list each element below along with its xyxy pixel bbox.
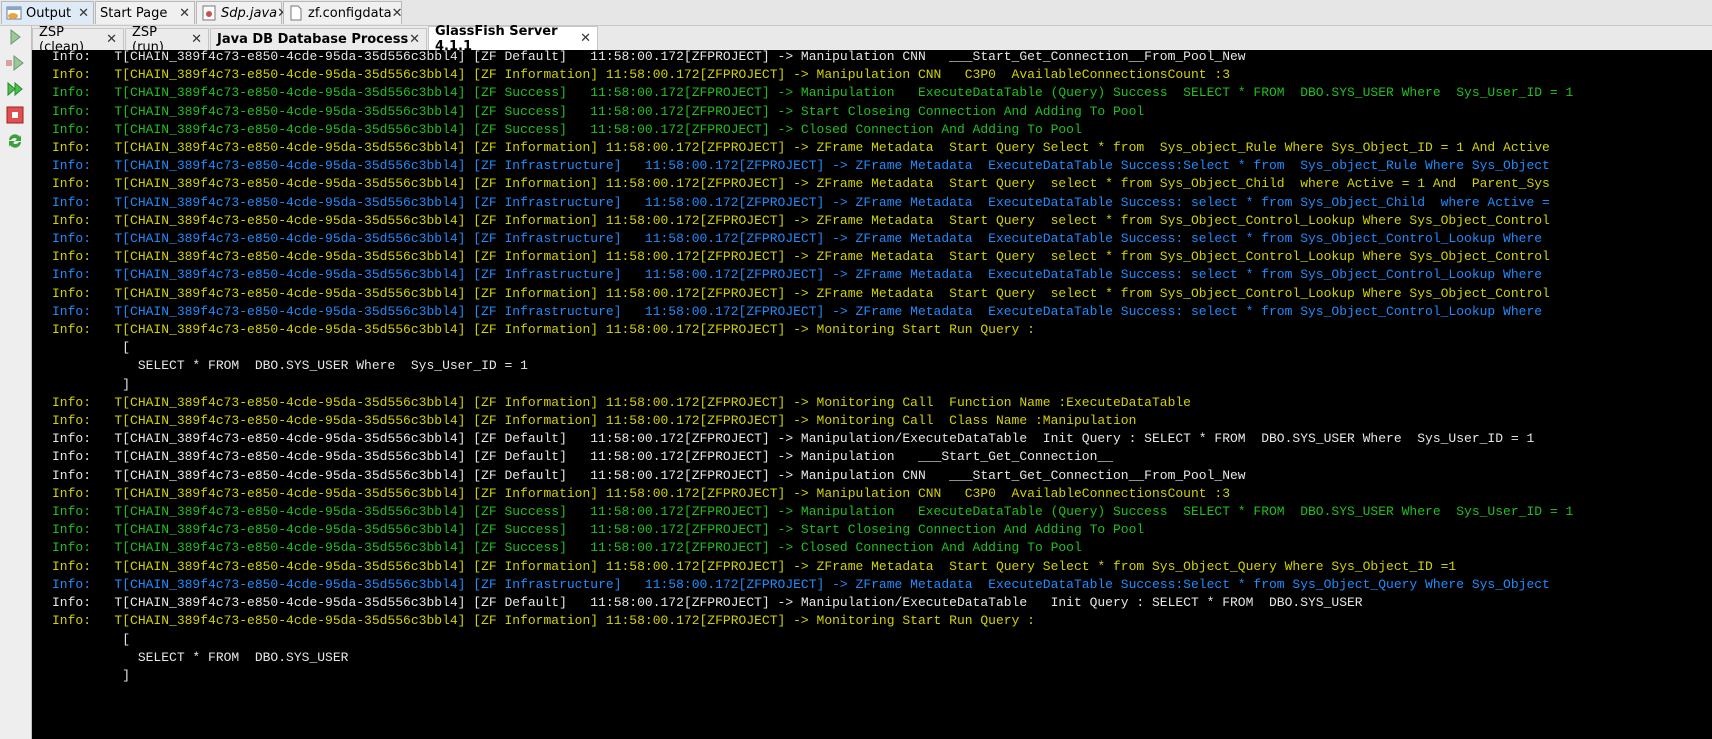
java-file-icon: [201, 5, 217, 21]
log-line: Info: T[CHAIN_389f4c73-e850-4cde-95da-35…: [52, 140, 1550, 156]
log-line: ]: [52, 376, 131, 392]
tab-zsp-run[interactable]: ZSP (run) ✕: [125, 25, 209, 55]
tab-zf-configdata[interactable]: zf.configdata ✕: [283, 1, 403, 24]
log-line: Info: T[CHAIN_389f4c73-e850-4cde-95da-35…: [52, 558, 1457, 574]
close-icon[interactable]: ✕: [78, 6, 89, 21]
tab-label: Java DB Database Process: [217, 32, 409, 47]
log-line: [: [52, 631, 131, 647]
log-line: SELECT * FROM DBO.SYS_USER: [52, 649, 349, 665]
tab-label: Start Page: [100, 5, 168, 21]
log-line: Info: T[CHAIN_389f4c73-e850-4cde-95da-35…: [52, 613, 1035, 629]
close-icon[interactable]: ✕: [106, 32, 117, 47]
rerun-with-options-icon[interactable]: [6, 54, 24, 72]
log-line: Info: T[CHAIN_389f4c73-e850-4cde-95da-35…: [52, 158, 1550, 174]
file-icon: [288, 5, 304, 21]
log-line: Info: T[CHAIN_389f4c73-e850-4cde-95da-35…: [52, 231, 1543, 247]
stop-icon[interactable]: [6, 106, 24, 124]
tab-start-page[interactable]: Start Page ✕: [95, 1, 195, 24]
console-lines: Info: T[CHAIN_389f4c73-e850-4cde-95da-35…: [52, 50, 1573, 685]
log-line: Info: T[CHAIN_389f4c73-e850-4cde-95da-35…: [52, 194, 1550, 210]
log-line: Info: T[CHAIN_389f4c73-e850-4cde-95da-35…: [52, 267, 1543, 283]
output-toolbar: [0, 26, 32, 739]
log-line: Info: T[CHAIN_389f4c73-e850-4cde-95da-35…: [52, 285, 1550, 301]
log-line: Info: T[CHAIN_389f4c73-e850-4cde-95da-35…: [52, 85, 1574, 101]
tab-glassfish-server[interactable]: GlassFish Server 4.1.1 ✕: [428, 24, 598, 54]
close-icon[interactable]: ✕: [580, 31, 591, 46]
close-icon[interactable]: ✕: [179, 6, 190, 21]
log-line: Info: T[CHAIN_389f4c73-e850-4cde-95da-35…: [52, 504, 1574, 520]
log-line: Info: T[CHAIN_389f4c73-e850-4cde-95da-35…: [52, 595, 1363, 611]
editor-tab-bar: Output ✕ Start Page ✕ Sdp.java ✕ zf.conf…: [0, 0, 1712, 26]
log-line: Info: T[CHAIN_389f4c73-e850-4cde-95da-35…: [52, 485, 1230, 501]
tab-sdp-java[interactable]: Sdp.java ✕: [196, 1, 288, 24]
log-line: Info: T[CHAIN_389f4c73-e850-4cde-95da-35…: [52, 449, 1113, 465]
tab-label: Output: [26, 5, 72, 21]
log-line: ]: [52, 667, 131, 683]
log-line: [: [52, 340, 131, 356]
tab-label: Sdp.java: [221, 5, 278, 21]
close-icon[interactable]: ✕: [392, 6, 403, 21]
log-line: Info: T[CHAIN_389f4c73-e850-4cde-95da-35…: [52, 522, 1145, 538]
log-line: Info: T[CHAIN_389f4c73-e850-4cde-95da-35…: [52, 413, 1137, 429]
close-icon[interactable]: ✕: [409, 32, 420, 47]
tab-label: GlassFish Server 4.1.1: [435, 23, 558, 54]
output-console[interactable]: Info: T[CHAIN_389f4c73-e850-4cde-95da-35…: [32, 50, 1712, 739]
rerun-icon[interactable]: [6, 28, 24, 46]
log-line: Info: T[CHAIN_389f4c73-e850-4cde-95da-35…: [52, 50, 1246, 64]
tab-label: zf.configdata: [308, 5, 392, 21]
log-line: Info: T[CHAIN_389f4c73-e850-4cde-95da-35…: [52, 576, 1550, 592]
tab-output[interactable]: Output ✕: [1, 1, 94, 24]
log-line: Info: T[CHAIN_389f4c73-e850-4cde-95da-35…: [52, 212, 1550, 228]
log-line: Info: T[CHAIN_389f4c73-e850-4cde-95da-35…: [52, 121, 1082, 137]
tab-zsp-clean[interactable]: ZSP (clean) ✕: [32, 25, 124, 55]
close-icon[interactable]: ✕: [191, 32, 202, 47]
log-line: Info: T[CHAIN_389f4c73-e850-4cde-95da-35…: [52, 67, 1230, 83]
log-line: Info: T[CHAIN_389f4c73-e850-4cde-95da-35…: [52, 322, 1035, 338]
log-line: Info: T[CHAIN_389f4c73-e850-4cde-95da-35…: [52, 103, 1145, 119]
refresh-icon[interactable]: [6, 132, 24, 150]
log-line: SELECT * FROM DBO.SYS_USER Where Sys_Use…: [52, 358, 528, 374]
tab-java-db-database-process[interactable]: Java DB Database Process ✕: [210, 28, 427, 50]
log-line: Info: T[CHAIN_389f4c73-e850-4cde-95da-35…: [52, 303, 1543, 319]
resume-icon[interactable]: [6, 80, 24, 98]
output-window-icon: [6, 5, 22, 21]
output-tab-bar: ZSP (clean) ✕ ZSP (run) ✕ Java DB Databa…: [32, 24, 1712, 55]
log-line: Info: T[CHAIN_389f4c73-e850-4cde-95da-35…: [52, 394, 1191, 410]
log-line: Info: T[CHAIN_389f4c73-e850-4cde-95da-35…: [52, 540, 1082, 556]
log-line: Info: T[CHAIN_389f4c73-e850-4cde-95da-35…: [52, 176, 1550, 192]
log-line: Info: T[CHAIN_389f4c73-e850-4cde-95da-35…: [52, 431, 1535, 447]
log-line: Info: T[CHAIN_389f4c73-e850-4cde-95da-35…: [52, 467, 1246, 483]
log-line: Info: T[CHAIN_389f4c73-e850-4cde-95da-35…: [52, 249, 1550, 265]
